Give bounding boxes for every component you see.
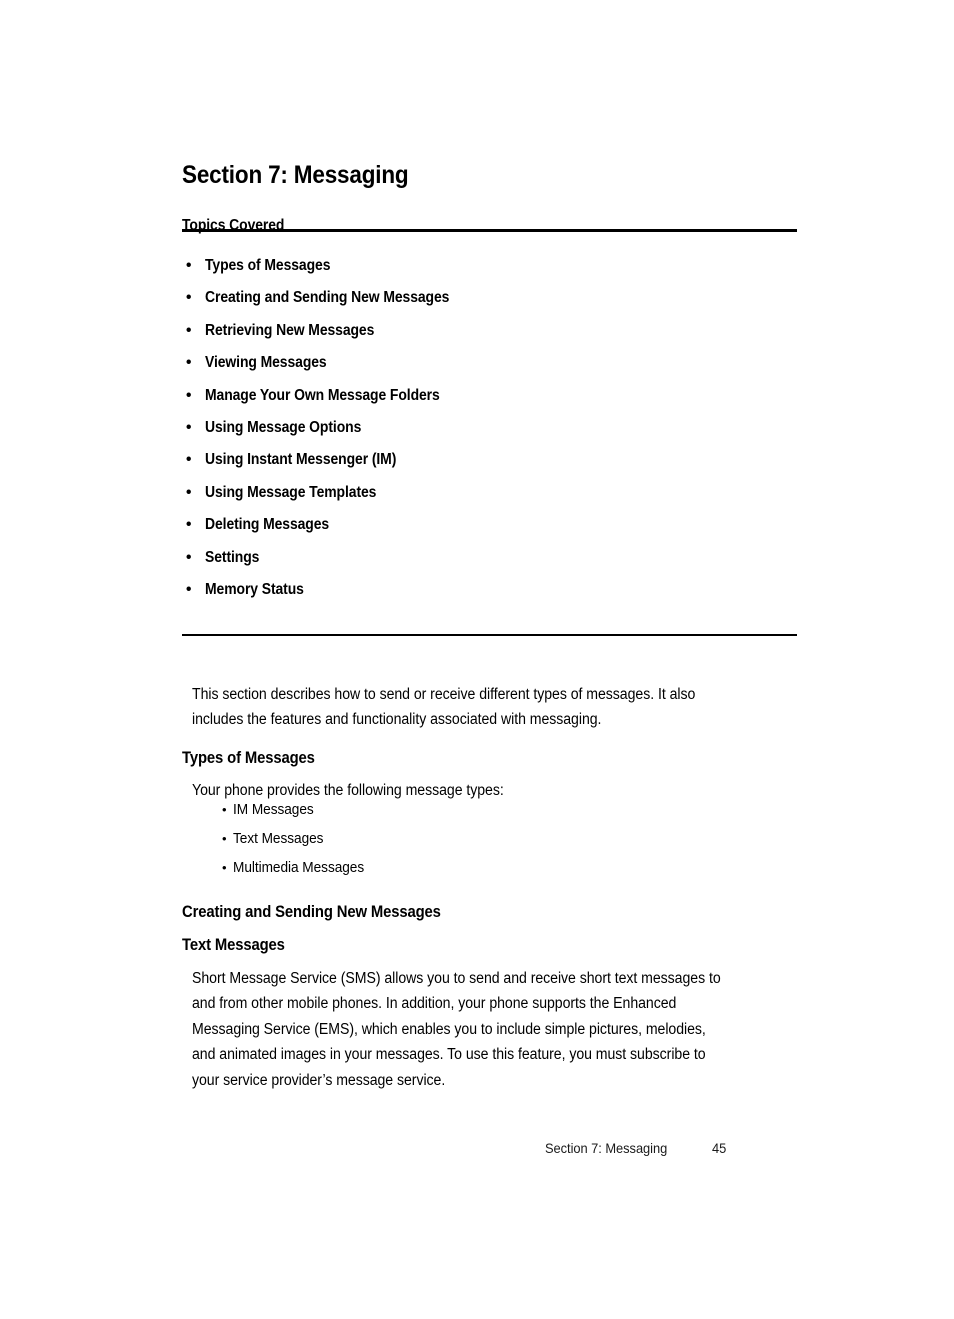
paragraph-line: includes the features and functionality … — [192, 711, 602, 729]
list-item: • Types of Messages — [182, 255, 802, 287]
intro-paragraph: This section describes how to send or re… — [192, 682, 792, 733]
list-item-label: Deleting Messages — [205, 516, 330, 534]
paragraph-line: This section describes how to send or re… — [192, 685, 696, 703]
list-item-label: Settings — [205, 548, 260, 566]
list-item-label: Text Messages — [233, 829, 324, 847]
list-item: • IM Messages — [222, 799, 622, 828]
topics-covered-heading: Topics Covered — [182, 216, 285, 234]
list-item: • Deleting Messages — [182, 514, 802, 546]
list-item: • Using Message Options — [182, 417, 802, 449]
paragraph-line: Messaging Service (EMS), which enables y… — [192, 1020, 706, 1038]
list-item-label: Retrieving New Messages — [205, 321, 375, 339]
message-types-list: • IM Messages • Text Messages • Multimed… — [222, 799, 622, 885]
list-item: • Manage Your Own Message Folders — [182, 385, 802, 417]
bullet-icon: • — [186, 483, 192, 501]
list-item-label: Creating and Sending New Messages — [205, 289, 450, 307]
list-item: • Viewing Messages — [182, 352, 802, 384]
list-item: • Using Message Templates — [182, 482, 802, 514]
bullet-icon: • — [186, 321, 192, 339]
topics-covered-list: • Types of Messages • Creating and Sendi… — [182, 255, 802, 611]
divider-top — [182, 229, 797, 232]
list-item: • Creating and Sending New Messages — [182, 287, 802, 319]
list-item-label: Memory Status — [205, 580, 304, 598]
divider-bottom — [182, 634, 797, 636]
text-messages-heading: Text Messages — [182, 935, 285, 954]
paragraph-line: your service provider’s message service. — [192, 1071, 446, 1089]
bullet-icon: • — [222, 830, 227, 846]
bullet-icon: • — [222, 859, 227, 875]
bullet-icon: • — [186, 386, 192, 404]
list-item-label: Viewing Messages — [205, 354, 327, 372]
text-messages-paragraph: Short Message Service (SMS) allows you t… — [192, 966, 807, 1094]
list-item: • Using Instant Messenger (IM) — [182, 449, 802, 481]
bullet-icon: • — [186, 418, 192, 436]
paragraph-line: and animated images in your messages. To… — [192, 1046, 706, 1064]
types-of-messages-heading: Types of Messages — [182, 748, 315, 767]
list-item: • Multimedia Messages — [222, 857, 622, 886]
page-footer: Section 7: Messaging 45 — [545, 1138, 726, 1158]
footer-page-number: 45 — [712, 1140, 727, 1156]
paragraph-line: Short Message Service (SMS) allows you t… — [192, 969, 721, 987]
bullet-icon: • — [186, 580, 192, 598]
document-page: Section 7: Messaging Topics Covered • Ty… — [0, 0, 954, 1319]
bullet-icon: • — [186, 257, 192, 274]
list-item-label: IM Messages — [233, 801, 314, 818]
creating-and-sending-heading: Creating and Sending New Messages — [182, 902, 441, 921]
bullet-icon: • — [186, 354, 192, 372]
list-item-label: Manage Your Own Message Folders — [205, 386, 440, 404]
bullet-icon: • — [186, 451, 192, 469]
footer-section-label: Section 7: Messaging — [545, 1140, 668, 1156]
bullet-icon: • — [186, 516, 192, 534]
page-title: Section 7: Messaging — [182, 160, 409, 189]
list-item-label: Using Message Templates — [205, 483, 377, 501]
list-item-label: Multimedia Messages — [233, 858, 365, 876]
bullet-icon: • — [186, 548, 192, 566]
list-item: • Text Messages — [222, 828, 622, 857]
list-item-label: Types of Messages — [205, 257, 331, 274]
list-item-label: Using Message Options — [205, 418, 362, 436]
bullet-icon: • — [222, 802, 227, 817]
bullet-icon: • — [186, 289, 192, 307]
paragraph-line: and from other mobile phones. In additio… — [192, 995, 677, 1013]
list-item-label: Using Instant Messenger (IM) — [205, 451, 397, 469]
list-item: • Retrieving New Messages — [182, 320, 802, 352]
list-item: • Settings — [182, 547, 802, 579]
list-item: • Memory Status — [182, 579, 802, 611]
